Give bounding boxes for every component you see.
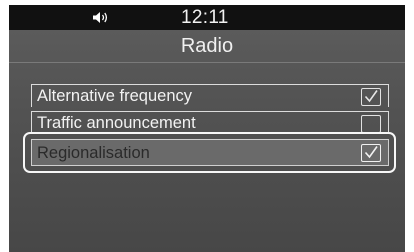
setting-label: Traffic announcement [37,114,196,132]
radio-screen: 12:11 Radio Alternative frequency Traffi… [9,5,405,252]
checkmark-icon [364,90,378,103]
status-bar: 12:11 [9,5,405,30]
selection-highlight [23,132,396,173]
page-title: Radio [180,35,234,57]
volume-icon [93,12,108,23]
setting-label: Alternative frequency [37,87,193,105]
setting-traffic-announcement[interactable]: Traffic announcement [31,111,389,134]
alternative-frequency-checkbox[interactable] [361,88,381,106]
traffic-announcement-checkbox[interactable] [361,115,381,133]
clock: 12:11 [181,7,229,28]
setting-alternative-frequency[interactable]: Alternative frequency [31,84,389,107]
header-divider [9,62,405,63]
